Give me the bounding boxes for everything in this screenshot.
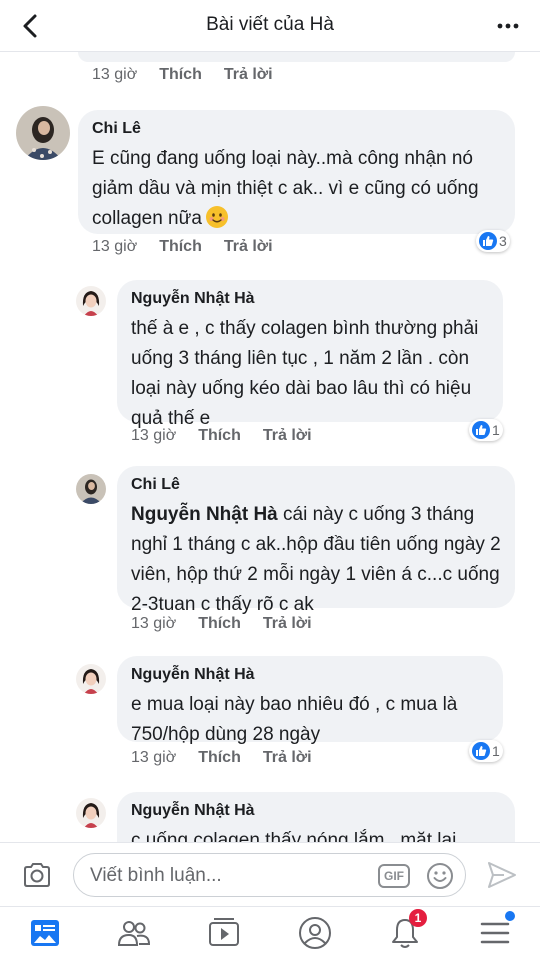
comment-meta: 13 giờ Thích Trả lời bbox=[131, 615, 312, 633]
comment-thread: 13 giờ Thích Trả lời Chi Lê E cũng đang … bbox=[0, 52, 540, 842]
more-horizontal-icon[interactable] bbox=[496, 14, 520, 38]
mention-link[interactable]: Nguyễn Nhật Hà bbox=[131, 504, 278, 525]
comment-text: c uống colagen thấy nóng lắm . mặt lại bbox=[131, 830, 457, 842]
comment-body: E cũng đang uống loại này..mà công nhận … bbox=[92, 148, 479, 229]
comment-text: e mua loại này bao nhiêu đó , c mua là 7… bbox=[131, 694, 458, 745]
comment-author[interactable]: Chi Lê bbox=[92, 120, 501, 138]
comment-time: 13 giờ bbox=[131, 615, 177, 632]
avatar[interactable] bbox=[16, 106, 70, 160]
comment-input[interactable]: Viết bình luận... GIF bbox=[73, 853, 466, 897]
reaction-number: 1 bbox=[492, 422, 500, 438]
notifications-icon[interactable]: 1 bbox=[387, 909, 427, 951]
comment-time: 13 giờ bbox=[92, 66, 138, 83]
like-reaction-icon bbox=[472, 742, 490, 760]
like-button[interactable]: Thích bbox=[159, 66, 202, 84]
comment-author[interactable]: Nguyễn Nhật Hà bbox=[131, 290, 489, 308]
profile-icon[interactable] bbox=[297, 915, 333, 951]
reply-button[interactable]: Trả lời bbox=[224, 238, 273, 256]
comment-author[interactable]: Nguyễn Nhật Hà bbox=[131, 802, 501, 820]
reaction-count[interactable]: 1 bbox=[469, 740, 503, 762]
avatar[interactable] bbox=[76, 286, 106, 316]
comment-time: 13 giờ bbox=[131, 427, 177, 444]
like-button[interactable]: Thích bbox=[198, 615, 241, 633]
camera-icon[interactable] bbox=[22, 860, 52, 890]
news-feed-icon[interactable] bbox=[27, 915, 63, 951]
reply-button[interactable]: Trả lời bbox=[263, 427, 312, 445]
menu-update-dot bbox=[505, 911, 515, 921]
watch-icon[interactable] bbox=[206, 915, 242, 951]
avatar[interactable] bbox=[76, 474, 106, 504]
comment-bubble: Chi Lê E cũng đang uống loại này..mà côn… bbox=[78, 110, 515, 234]
comment-bubble: Chi Lê Nguyễn Nhật Hà cái này c uống 3 t… bbox=[117, 466, 515, 615]
comment-author[interactable]: Chi Lê bbox=[131, 476, 501, 494]
comment-time: 13 giờ bbox=[131, 749, 177, 766]
reaction-count[interactable]: 1 bbox=[469, 419, 503, 441]
comment-meta: 13 giờ Thích Trả lời bbox=[131, 427, 312, 445]
like-reaction-icon bbox=[472, 421, 490, 439]
comment-author[interactable]: Nguyễn Nhật Hà bbox=[131, 666, 489, 684]
gif-button[interactable]: GIF bbox=[378, 864, 410, 888]
top-bar: Bài viết của Hà bbox=[0, 0, 540, 52]
comment-placeholder: Viết bình luận... bbox=[90, 865, 222, 886]
comment-bubble: Nguyễn Nhật Hà e mua loại này bao nhiêu … bbox=[117, 656, 503, 745]
friends-icon[interactable] bbox=[116, 915, 152, 951]
like-button[interactable]: Thích bbox=[159, 238, 202, 256]
comment-text: E cũng đang uống loại này..mà công nhận … bbox=[92, 144, 501, 234]
smiley-icon[interactable] bbox=[426, 862, 454, 890]
reaction-number: 1 bbox=[492, 743, 500, 759]
like-button[interactable]: Thích bbox=[198, 427, 241, 445]
bottom-tab-bar: 1 bbox=[0, 906, 540, 960]
avatar[interactable] bbox=[76, 798, 106, 828]
previous-comment-bubble bbox=[78, 52, 515, 62]
comment-bubble: Nguyễn Nhật Hà c uống colagen thấy nóng … bbox=[117, 792, 515, 842]
reaction-number: 3 bbox=[499, 233, 507, 249]
comment-meta: 13 giờ Thích Trả lời bbox=[92, 238, 273, 256]
avatar[interactable] bbox=[76, 664, 106, 694]
comment-text: Nguyễn Nhật Hà cái này c uống 3 tháng ng… bbox=[131, 500, 501, 620]
comment-time: 13 giờ bbox=[92, 238, 138, 255]
reply-button[interactable]: Trả lời bbox=[263, 749, 312, 767]
reaction-count[interactable]: 3 bbox=[476, 230, 510, 252]
smiling-face-icon bbox=[205, 206, 228, 228]
comment-text: thế à e , c thấy colagen bình thường phả… bbox=[131, 318, 479, 429]
comment-meta: 13 giờ Thích Trả lời bbox=[92, 66, 273, 84]
comment-bubble: Nguyễn Nhật Hà thế à e , c thấy colagen … bbox=[117, 280, 503, 429]
page-title: Bài viết của Hà bbox=[206, 14, 334, 35]
like-button[interactable]: Thích bbox=[198, 749, 241, 767]
comment-composer: Viết bình luận... GIF bbox=[0, 842, 540, 906]
reply-button[interactable]: Trả lời bbox=[224, 66, 273, 84]
like-reaction-icon bbox=[479, 232, 497, 250]
comment-meta: 13 giờ Thích Trả lời bbox=[131, 749, 312, 767]
reply-button[interactable]: Trả lời bbox=[263, 615, 312, 633]
notification-badge: 1 bbox=[409, 909, 427, 927]
send-icon[interactable] bbox=[486, 860, 518, 890]
menu-icon[interactable] bbox=[477, 911, 515, 951]
